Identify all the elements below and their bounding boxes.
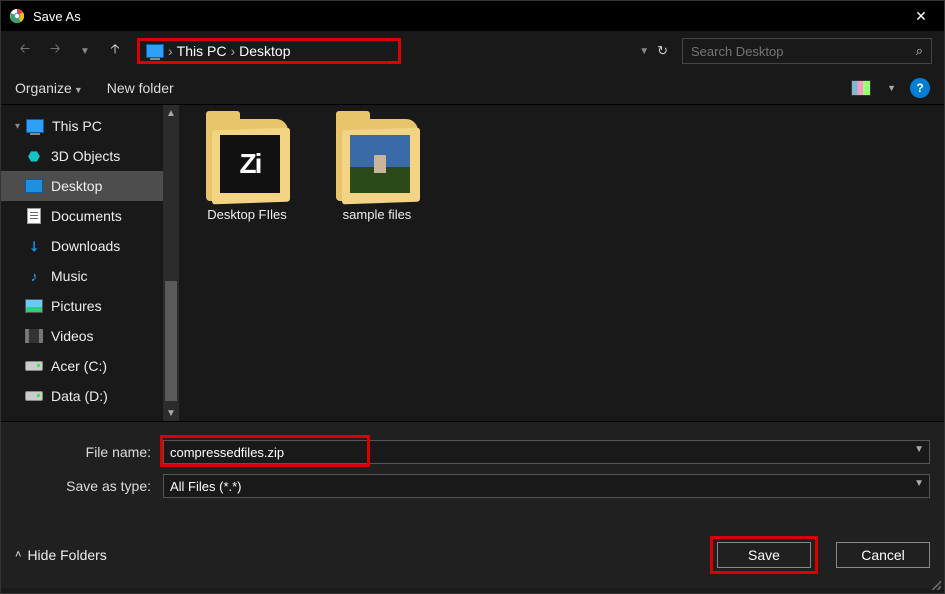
saveastype-value: All Files (*.*) bbox=[170, 479, 242, 494]
pictures-icon bbox=[25, 299, 43, 313]
sidebar-root-label: This PC bbox=[52, 118, 102, 134]
pc-icon bbox=[146, 44, 164, 58]
address-bar[interactable]: › This PC › Desktop bbox=[137, 38, 401, 64]
new-folder-button[interactable]: New folder bbox=[107, 80, 174, 96]
folder-item[interactable]: Zi Desktop FIles bbox=[197, 119, 297, 222]
sidebar-item-videos[interactable]: Videos bbox=[1, 321, 163, 351]
sidebar-item-label: Downloads bbox=[51, 238, 120, 254]
videos-icon bbox=[25, 329, 43, 343]
folder-icon bbox=[336, 119, 418, 201]
cancel-button[interactable]: Cancel bbox=[836, 542, 930, 568]
sidebar-item-pictures[interactable]: Pictures bbox=[1, 291, 163, 321]
recent-dropdown[interactable]: ▼ bbox=[73, 39, 97, 63]
document-icon bbox=[27, 208, 41, 224]
saveastype-select[interactable]: All Files (*.*) bbox=[163, 474, 930, 498]
hide-folders-toggle[interactable]: ˄ Hide Folders bbox=[15, 547, 107, 563]
nav-row: 🡠 🡢 ▼ 🡡 › This PC › Desktop ▼ ↻ ⌕ bbox=[1, 31, 944, 71]
folder-label: sample files bbox=[327, 207, 427, 222]
chevron-up-icon: ˄ bbox=[15, 549, 21, 561]
scroll-thumb[interactable] bbox=[165, 281, 177, 401]
sidebar-item-downloads[interactable]: ⭣ Downloads bbox=[1, 231, 163, 261]
scroll-down-icon[interactable]: ▼ bbox=[163, 405, 179, 421]
breadcrumb-root[interactable]: This PC bbox=[177, 43, 227, 59]
cube-icon: ⬣ bbox=[25, 148, 43, 164]
sidebar-item-label: Desktop bbox=[51, 178, 102, 194]
sidebar-item-label: Data (D:) bbox=[51, 388, 108, 404]
refresh-button[interactable]: ↻ bbox=[657, 43, 668, 59]
chevron-down-icon: ▼ bbox=[74, 85, 83, 95]
chevron-down-icon[interactable]: ▼ bbox=[887, 83, 896, 93]
titlebar: Save As ✕ bbox=[1, 1, 944, 31]
address-dropdown[interactable]: ▼ bbox=[639, 46, 649, 57]
sidebar-item-label: Music bbox=[51, 268, 88, 284]
drive-icon bbox=[25, 391, 43, 401]
music-icon: ♪ bbox=[25, 268, 43, 284]
app-icon bbox=[9, 8, 25, 24]
sidebar-item-drive-c[interactable]: Acer (C:) bbox=[1, 351, 163, 381]
saveastype-label: Save as type: bbox=[15, 478, 163, 494]
help-button[interactable]: ? bbox=[910, 78, 930, 98]
filename-label: File name: bbox=[15, 444, 163, 460]
toolbar: Organize▼ New folder ▼ ? bbox=[1, 71, 944, 105]
sidebar-scrollbar[interactable]: ▲ ▼ bbox=[163, 105, 179, 421]
file-pane[interactable]: Zi Desktop FIles sample files bbox=[179, 105, 944, 421]
hide-folders-label: Hide Folders bbox=[27, 547, 106, 563]
sidebar-root-thispc[interactable]: ▾ This PC bbox=[1, 111, 163, 141]
sidebar-item-drive-d[interactable]: Data (D:) bbox=[1, 381, 163, 411]
close-button[interactable]: ✕ bbox=[898, 1, 944, 31]
window-title: Save As bbox=[33, 9, 898, 24]
breadcrumb-current[interactable]: Desktop bbox=[239, 43, 290, 59]
view-options-button[interactable] bbox=[851, 80, 871, 96]
pc-icon bbox=[26, 119, 44, 133]
sidebar-item-label: Acer (C:) bbox=[51, 358, 107, 374]
chevron-down-icon: ▾ bbox=[15, 121, 20, 132]
back-button[interactable]: 🡠 bbox=[13, 39, 37, 63]
folder-label: Desktop FIles bbox=[197, 207, 297, 222]
organize-menu[interactable]: Organize▼ bbox=[15, 80, 83, 96]
save-button[interactable]: Save bbox=[717, 542, 811, 568]
sidebar-item-documents[interactable]: Documents bbox=[1, 201, 163, 231]
forward-button[interactable]: 🡢 bbox=[43, 39, 67, 63]
sidebar-item-music[interactable]: ♪ Music bbox=[1, 261, 163, 291]
sidebar-item-label: Documents bbox=[51, 208, 122, 224]
drive-icon bbox=[25, 361, 43, 371]
highlight-marker: Save bbox=[710, 536, 818, 574]
folder-item[interactable]: sample files bbox=[327, 119, 427, 222]
desktop-icon bbox=[25, 179, 43, 193]
up-button[interactable]: 🡡 bbox=[103, 39, 127, 63]
folder-icon: Zi bbox=[206, 119, 288, 201]
sidebar-item-label: Pictures bbox=[51, 298, 102, 314]
sidebar-item-desktop[interactable]: Desktop bbox=[1, 171, 163, 201]
chevron-right-icon: › bbox=[168, 43, 173, 59]
chevron-right-icon: › bbox=[230, 43, 235, 59]
search-icon[interactable]: ⌕ bbox=[916, 43, 923, 59]
download-icon: ⭣ bbox=[25, 238, 43, 254]
resize-grip[interactable] bbox=[929, 578, 941, 590]
fields-area: File name: ▼ Save as type: All Files (*.… bbox=[1, 421, 944, 520]
search-box[interactable]: ⌕ bbox=[682, 38, 932, 64]
filename-input[interactable] bbox=[163, 440, 930, 464]
sidebar-item-label: Videos bbox=[51, 328, 94, 344]
footer: ˄ Hide Folders Save Cancel bbox=[1, 520, 944, 588]
sidebar-item-3dobjects[interactable]: ⬣ 3D Objects bbox=[1, 141, 163, 171]
scroll-up-icon[interactable]: ▲ bbox=[163, 105, 179, 121]
sidebar-item-label: 3D Objects bbox=[51, 148, 120, 164]
sidebar: ▾ This PC ⬣ 3D Objects Desktop Documents bbox=[1, 105, 179, 421]
search-input[interactable] bbox=[691, 44, 916, 59]
